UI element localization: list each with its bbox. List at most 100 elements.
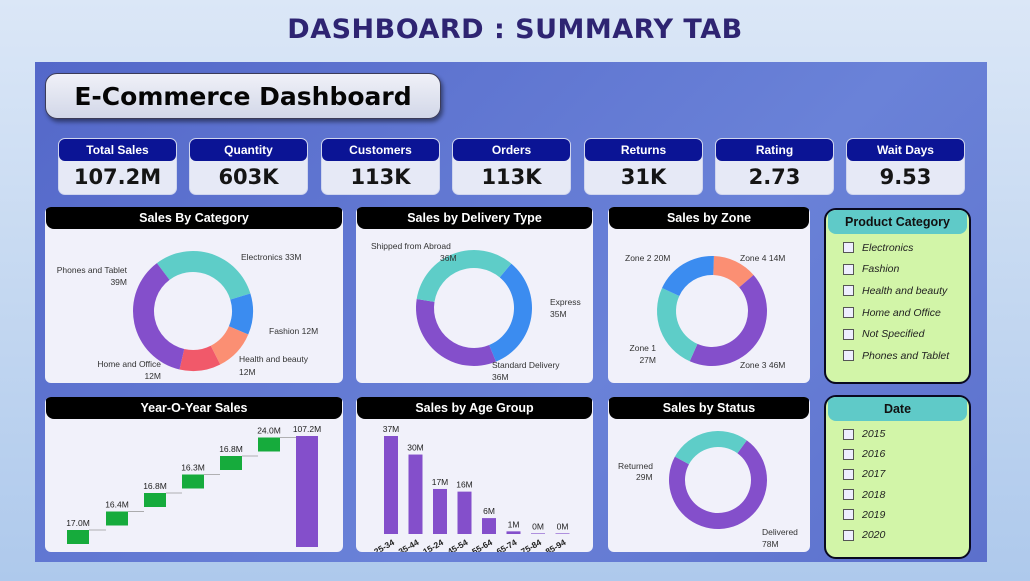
kpi-value: 31K (620, 165, 667, 189)
slicer-item-not-specified[interactable]: Not Specified (826, 323, 969, 345)
slicer-item-2020[interactable]: 2020 (826, 525, 969, 545)
slicer-item-2015[interactable]: 2015 (826, 424, 969, 444)
page-title: DASHBOARD : SUMMARY TAB (287, 14, 743, 45)
slicer-item-home-office[interactable]: Home and Office (826, 302, 969, 324)
slice-standard-delivery[interactable] (416, 299, 496, 366)
slice-zone-3[interactable] (689, 274, 767, 366)
checkbox[interactable] (843, 242, 854, 254)
bar-55-64[interactable] (482, 518, 496, 534)
value-label: 37M (383, 424, 400, 434)
label-fashion: Fashion 12M (269, 326, 318, 336)
checkbox[interactable] (843, 529, 854, 541)
kpi-rating[interactable]: Rating 2.73 (715, 138, 834, 195)
zone-donut-chart[interactable]: Zone 4 14M Zone 3 46M Zone 1 27M Zone 2 … (608, 229, 810, 383)
card-title: Sales by Age Group (357, 397, 592, 419)
bar-2016[interactable] (106, 511, 128, 526)
card-sales-by-category[interactable]: Sales By Category Electronics 33M Fashio… (45, 207, 343, 383)
slicer-item-2016[interactable]: 2016 (826, 444, 969, 464)
label-electronics: Electronics 33M (241, 252, 302, 262)
bar-15-24[interactable] (433, 488, 447, 534)
slice-express[interactable] (489, 263, 532, 362)
card-sales-by-delivery-type[interactable]: Sales by Delivery Type Express 35M Stand… (356, 207, 593, 383)
kpi-value: 107.2M (73, 165, 162, 189)
slicer-item-electronics[interactable]: Electronics (826, 237, 969, 259)
card-year-o-year-sales[interactable]: Year-O-Year Sales 17.0M201516.4M201616.8… (45, 397, 343, 552)
slicer-title: Date (828, 397, 967, 421)
card-title: Year-O-Year Sales (46, 397, 342, 419)
slicer-item-label: 2016 (862, 448, 886, 461)
bar-85-94[interactable] (555, 533, 570, 534)
card-sales-by-zone[interactable]: Sales by Zone Zone 4 14M Zone 3 46M Zone… (608, 207, 810, 383)
bar-45-54[interactable] (457, 491, 472, 534)
checkbox[interactable] (843, 350, 854, 362)
checkbox[interactable] (843, 307, 854, 319)
checkbox[interactable] (843, 263, 854, 275)
bar-2017[interactable] (144, 493, 166, 507)
date-slicer[interactable]: Date 2015 2016 2017 2018 2019 2020 (824, 395, 971, 559)
label-delivered: Delivered (762, 527, 798, 537)
slicer-item-2019[interactable]: 2019 (826, 505, 969, 525)
checkbox[interactable] (843, 448, 854, 460)
kpi-value: 603K (218, 165, 279, 189)
label-zone-3: Zone 3 46M (740, 360, 785, 370)
label-express: Express (550, 297, 581, 307)
label-standard-delivery: Standard Delivery (492, 360, 560, 370)
kpi-wait-days[interactable]: Wait Days 9.53 (846, 138, 965, 195)
slicer-item-2018[interactable]: 2018 (826, 485, 969, 505)
category-label: 35-44 (397, 537, 421, 552)
value-label: 24.0M (257, 426, 281, 436)
slicer-item-phones-tablet[interactable]: Phones and Tablet (826, 345, 969, 367)
kpi-value: 9.53 (879, 165, 932, 189)
age-bar-chart[interactable]: 37M 25-34 30M 35-44 17M 15-24 16M 45-54 6M 55-64 1… (356, 419, 593, 552)
slicer-item-label: Health and beauty (862, 284, 948, 297)
bar-2019[interactable] (220, 456, 242, 470)
slicer-item-fashion[interactable]: Fashion (826, 259, 969, 281)
product-category-slicer[interactable]: Product Category Electronics Fashion Hea… (824, 208, 971, 384)
slicer-item-label: 2018 (862, 488, 886, 501)
value-label: 0M (532, 521, 544, 531)
bar-75-84[interactable] (531, 533, 545, 534)
card-sales-by-status[interactable]: Sales by Status Returned 29M Delivered 7… (608, 397, 810, 552)
label-shipped-abroad: Shipped from Abroad (371, 241, 451, 251)
category-donut-chart[interactable]: Electronics 33M Fashion 12M Health and b… (45, 229, 343, 383)
yoy-waterfall-chart[interactable]: 17.0M201516.4M201616.8M201716.3M201816.8… (45, 419, 343, 552)
value-returned: 29M (636, 472, 653, 482)
value-label: 17.0M (66, 518, 90, 528)
card-sales-by-age-group[interactable]: Sales by Age Group 37M 25-34 30M 35-44 17M 15… (356, 397, 593, 552)
delivery-donut-chart[interactable]: Express 35M Standard Delivery 36M Shippe… (356, 229, 593, 383)
slicer-item-2017[interactable]: 2017 (826, 464, 969, 484)
kpi-total-sales[interactable]: Total Sales 107.2M (58, 138, 177, 195)
status-donut-chart[interactable]: Returned 29M Delivered 78M (608, 419, 810, 552)
kpi-returns[interactable]: Returns 31K (584, 138, 703, 195)
value-delivered: 78M (762, 539, 779, 549)
slice-shipped-from-abroad[interactable] (416, 250, 512, 302)
bar-35-44[interactable] (408, 454, 423, 534)
bar-2020[interactable] (258, 437, 280, 452)
bar-65-74[interactable] (506, 531, 521, 534)
slice-zone-1[interactable] (657, 288, 698, 362)
kpi-value: 113K (481, 165, 542, 189)
checkbox[interactable] (843, 509, 854, 521)
checkbox[interactable] (843, 328, 854, 340)
checkbox[interactable] (843, 428, 854, 440)
bar-2018[interactable] (182, 474, 204, 489)
checkbox[interactable] (843, 489, 854, 501)
kpi-quantity[interactable]: Quantity 603K (189, 138, 308, 195)
slicer-item-health-beauty[interactable]: Health and beauty (826, 280, 969, 302)
slicer-item-label: Electronics (862, 241, 914, 254)
checkbox[interactable] (843, 285, 854, 297)
kpi-customers[interactable]: Customers 113K (321, 138, 440, 195)
slice-phones-and-tablet[interactable] (133, 263, 185, 370)
checkbox[interactable] (843, 468, 854, 480)
value-label: 16.3M (181, 463, 205, 473)
slice-returned[interactable] (674, 431, 747, 465)
category-label: 25-34 (372, 537, 396, 552)
bar-25-34[interactable] (384, 436, 398, 534)
bar-2015[interactable] (67, 530, 89, 544)
bar-total[interactable] (296, 436, 318, 547)
kpi-orders[interactable]: Orders 113K (452, 138, 571, 195)
category-label: 15-24 (421, 537, 445, 552)
category-label: 55-64 (470, 537, 494, 552)
kpi-value: 2.73 (748, 165, 801, 189)
slice-electronics[interactable] (156, 251, 251, 300)
